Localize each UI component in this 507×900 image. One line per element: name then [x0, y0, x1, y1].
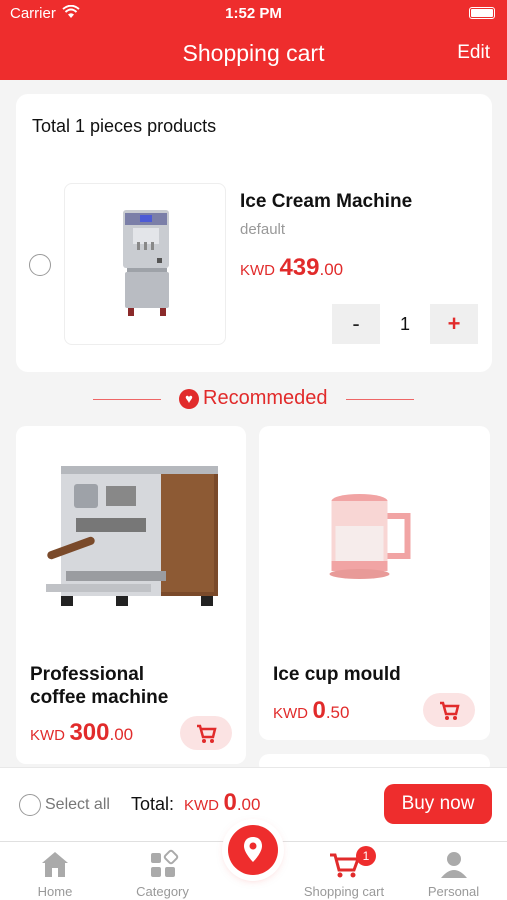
tab-shopping-cart[interactable]: Shopping cart [288, 842, 400, 900]
price-integer: 300 [69, 719, 110, 746]
price-integer: 439 [279, 254, 320, 281]
ice-cream-machine-image [123, 210, 169, 316]
battery-icon [469, 7, 495, 19]
product-name-line-1: Ice cup mould [273, 664, 401, 685]
category-icon [150, 849, 178, 877]
status-bar: Carrier 1:52 PM [0, 0, 507, 28]
product-name-line-2: coffee machine [30, 687, 169, 708]
recommended-product-card[interactable]: Professional coffee machine KWD 300.00 [16, 426, 246, 764]
buy-now-button[interactable]: Buy now [384, 784, 492, 824]
tab-category[interactable]: Category [110, 842, 215, 900]
recommended-product-name[interactable]: Ice cup mould [273, 663, 401, 686]
total-label: Total: [131, 794, 175, 814]
location-pin-icon [244, 837, 262, 862]
person-icon [440, 852, 467, 878]
heart-icon: ♥ [179, 389, 199, 409]
product-spec: default [240, 221, 286, 238]
cart-icon [440, 701, 460, 720]
recommended-product-price: KWD 0.50 [273, 697, 349, 725]
decrease-quantity-button[interactable]: - [332, 304, 380, 344]
product-price: KWD 439.00 [240, 254, 343, 282]
price-decimal: .00 [109, 725, 134, 744]
price-integer: 0 [312, 697, 326, 724]
price-decimal: .00 [236, 795, 261, 814]
select-all-label[interactable]: Select all [45, 796, 110, 814]
ice-cup-mould-image [329, 494, 411, 579]
quantity-value[interactable]: 1 [380, 304, 430, 344]
price-currency: KWD [30, 727, 65, 744]
clock: 1:52 PM [225, 5, 282, 22]
tab-label: Category [136, 884, 189, 899]
cart-total-products: Total 1 pieces products [32, 116, 217, 136]
product-image-ice-cream-machine[interactable] [64, 183, 226, 345]
recommended-title: Recommeded [203, 387, 328, 409]
recommended-product-price: KWD 300.00 [30, 719, 133, 747]
product-name-line-1: Professional [30, 664, 145, 685]
price-currency: KWD [273, 705, 308, 722]
cart-icon [197, 724, 217, 743]
tab-personal[interactable]: Personal [400, 842, 507, 900]
tab-label: Personal [427, 884, 480, 899]
quantity-stepper: - 1 + [332, 304, 478, 344]
price-decimal: .00 [319, 260, 344, 279]
item-select-radio[interactable] [29, 254, 51, 276]
recommended-header: ♥ Recommeded [0, 386, 507, 414]
select-all-radio[interactable] [19, 794, 41, 816]
add-to-cart-button[interactable] [180, 716, 232, 750]
tab-label: Home [37, 884, 73, 899]
cart-count-badge: 1 [356, 846, 376, 866]
coffee-machine-image [46, 466, 218, 606]
price-currency: KWD [240, 262, 275, 279]
add-to-cart-button[interactable] [423, 693, 475, 727]
recommended-product-name[interactable]: Professional coffee machine [30, 663, 168, 709]
divider-right [346, 399, 414, 400]
price-integer: 0 [223, 789, 237, 816]
center-location-button[interactable] [228, 825, 278, 875]
nav-bar: Shopping cart Edit [0, 28, 507, 80]
product-name[interactable]: Ice Cream Machine [240, 191, 412, 213]
price-currency: KWD [184, 797, 219, 814]
home-icon [42, 852, 68, 877]
increase-quantity-button[interactable]: + [430, 304, 478, 344]
recommended-product-card[interactable]: Ice cup mould KWD 0.50 [259, 426, 490, 740]
page-title: Shopping cart [182, 40, 325, 66]
tab-label: Shopping cart [303, 884, 385, 899]
total-price: KWD 0.00 [184, 789, 260, 817]
cart-card: Total 1 pieces products Ice Cream Machin… [16, 94, 492, 372]
divider-left [93, 399, 161, 400]
price-decimal: .50 [325, 703, 350, 722]
tab-home[interactable]: Home [0, 842, 110, 900]
edit-button[interactable]: Edit [457, 42, 490, 64]
